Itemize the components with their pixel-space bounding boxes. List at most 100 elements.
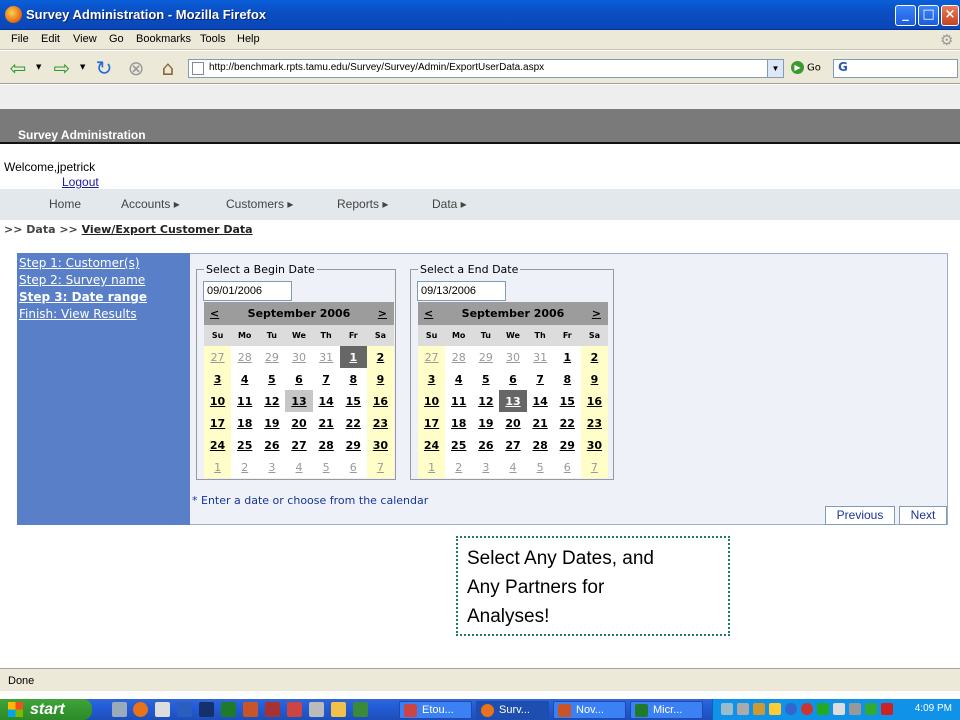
calendar-day[interactable]: 6 <box>340 456 367 478</box>
address-bar[interactable]: http://benchmark.rpts.tamu.edu/Survey/Su… <box>188 59 784 78</box>
calendar-day[interactable]: 19 <box>258 412 285 434</box>
calendar-day[interactable]: 11 <box>445 390 472 412</box>
calendar-day[interactable]: 13 <box>285 390 313 412</box>
forward-icon[interactable]: ⇨ <box>50 56 74 80</box>
nav-data[interactable]: Data ▸ <box>432 197 467 211</box>
breadcrumb-current[interactable]: View/Export Customer Data <box>82 223 253 236</box>
breadcrumb-prefix[interactable]: >> Data >> <box>4 223 78 236</box>
calendar-day[interactable]: 14 <box>313 390 340 412</box>
calendar-day[interactable]: 28 <box>445 346 472 368</box>
calendar-day[interactable]: 3 <box>204 368 232 390</box>
calendar-day[interactable]: 6 <box>499 368 526 390</box>
calendar-day[interactable]: 3 <box>418 368 446 390</box>
next-button[interactable]: Next <box>899 506 947 525</box>
calendar-day[interactable]: 31 <box>313 346 340 368</box>
calendar-day[interactable]: 7 <box>313 368 340 390</box>
calendar-day[interactable]: 8 <box>554 368 581 390</box>
calendar-day[interactable]: 29 <box>258 346 285 368</box>
calendar-day[interactable]: 1 <box>204 456 232 478</box>
step-customers-link[interactable]: Step 1: Customer(s) <box>19 256 140 270</box>
calendar-day[interactable]: 15 <box>554 390 581 412</box>
calendar-day[interactable]: 1 <box>339 346 367 368</box>
taskbar-item[interactable]: Micr... <box>630 701 703 719</box>
tray-icon[interactable] <box>833 703 845 715</box>
calendar-day[interactable]: 5 <box>472 368 499 390</box>
quicklaunch-icon[interactable] <box>309 702 324 717</box>
calendar-day[interactable]: 29 <box>554 434 581 456</box>
calendar-day[interactable]: 20 <box>285 412 312 434</box>
calendar-day[interactable]: 4 <box>445 368 472 390</box>
calendar-day[interactable]: 25 <box>231 434 258 456</box>
calendar-day[interactable]: 12 <box>472 390 499 412</box>
menu-help[interactable]: Help <box>237 33 260 45</box>
tray-icon[interactable] <box>817 703 829 715</box>
quicklaunch-icon[interactable] <box>155 702 170 717</box>
calendar-day[interactable]: 10 <box>418 390 446 412</box>
taskbar-item[interactable]: Surv... <box>476 701 549 719</box>
calendar-day[interactable]: 30 <box>366 434 394 456</box>
calendar-day[interactable]: 30 <box>580 434 608 456</box>
calendar-day[interactable]: 18 <box>231 412 258 434</box>
taskbar-item[interactable]: Etou... <box>399 701 472 719</box>
calendar-day[interactable]: 20 <box>499 412 526 434</box>
quicklaunch-icon[interactable] <box>331 702 346 717</box>
calendar-day[interactable]: 22 <box>340 412 367 434</box>
calendar-day[interactable]: 28 <box>231 346 258 368</box>
calendar-day[interactable]: 24 <box>418 434 446 456</box>
calendar-day[interactable]: 29 <box>340 434 367 456</box>
word-quicklaunch-icon[interactable] <box>177 702 192 717</box>
calendar-day[interactable]: 2 <box>231 456 258 478</box>
calendar-day[interactable]: 27 <box>418 346 446 368</box>
calendar-day[interactable]: 28 <box>313 434 340 456</box>
calendar-day[interactable]: 5 <box>313 456 340 478</box>
tray-icon[interactable] <box>721 703 733 715</box>
quicklaunch-icon[interactable] <box>199 702 214 717</box>
calendar-day[interactable]: 7 <box>527 368 554 390</box>
calendar-day[interactable]: 4 <box>499 456 526 478</box>
tray-icon[interactable] <box>849 703 861 715</box>
quicklaunch-icon[interactable] <box>287 702 302 717</box>
end-date-input[interactable]: 09/13/2006 <box>417 281 506 301</box>
quicklaunch-icon[interactable] <box>112 702 127 717</box>
tray-icon[interactable] <box>865 703 877 715</box>
calendar-day[interactable]: 22 <box>554 412 581 434</box>
calendar-day[interactable]: 28 <box>527 434 554 456</box>
calendar-day[interactable]: 27 <box>285 434 312 456</box>
calendar-day[interactable]: 23 <box>366 412 394 434</box>
calendar-day[interactable]: 14 <box>527 390 554 412</box>
home-icon[interactable]: ⌂ <box>156 56 180 80</box>
logout-link[interactable]: Logout <box>62 175 99 189</box>
calendar-day[interactable]: 26 <box>472 434 499 456</box>
forward-dropdown-icon[interactable]: ▼ <box>80 63 85 71</box>
nav-home[interactable]: Home <box>49 197 81 211</box>
calendar-day[interactable]: 21 <box>527 412 554 434</box>
prev-month-link[interactable]: < <box>210 302 219 325</box>
tray-icon[interactable] <box>737 703 749 715</box>
previous-button[interactable]: Previous <box>825 506 895 525</box>
calendar-day[interactable]: 26 <box>258 434 285 456</box>
address-dropdown-icon[interactable]: ▼ <box>767 60 783 77</box>
close-button[interactable]: × <box>941 5 959 26</box>
step-survey-name-link[interactable]: Step 2: Survey name <box>19 273 145 287</box>
begin-date-input[interactable]: 09/01/2006 <box>203 281 292 301</box>
calendar-day[interactable]: 11 <box>231 390 258 412</box>
calendar-day[interactable]: 17 <box>204 412 232 434</box>
calendar-day[interactable]: 25 <box>445 434 472 456</box>
calendar-day[interactable]: 7 <box>366 456 394 478</box>
calendar-day[interactable]: 18 <box>445 412 472 434</box>
step-view-results-link[interactable]: Finish: View Results <box>19 307 137 321</box>
minimize-button[interactable]: _ <box>895 5 916 26</box>
calendar-day[interactable]: 5 <box>258 368 285 390</box>
calendar-day[interactable]: 1 <box>418 456 446 478</box>
calendar-day[interactable]: 1 <box>554 346 581 368</box>
next-month-link[interactable]: > <box>378 302 387 325</box>
quicklaunch-icon[interactable] <box>353 702 368 717</box>
calendar-day[interactable]: 5 <box>527 456 554 478</box>
calendar-day[interactable]: 6 <box>554 456 581 478</box>
calendar-day[interactable]: 9 <box>580 368 608 390</box>
calendar-day[interactable]: 23 <box>580 412 608 434</box>
maximize-button[interactable]: □ <box>918 5 939 26</box>
calendar-day[interactable]: 12 <box>258 390 285 412</box>
calendar-day[interactable]: 27 <box>204 346 232 368</box>
menu-view[interactable]: View <box>73 33 97 45</box>
